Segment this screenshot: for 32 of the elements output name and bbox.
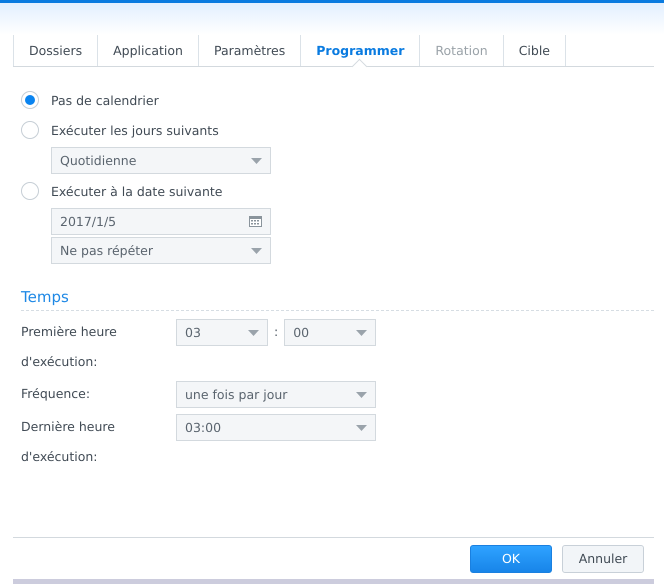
radio-button[interactable] — [21, 182, 39, 200]
ok-button[interactable]: OK — [470, 544, 552, 572]
dropdown[interactable]: Quotidienne — [51, 147, 271, 174]
radio-label: Exécuter les jours suivants — [51, 122, 219, 138]
dropdown[interactable]: 03:00 — [176, 414, 376, 441]
dropdown[interactable]: 00 — [284, 319, 376, 346]
section-title: Temps — [21, 288, 654, 311]
dropdown[interactable]: une fois par jour — [176, 381, 376, 408]
dropdown[interactable]: 03 — [176, 319, 268, 346]
tab[interactable]: Application — [97, 35, 198, 66]
radio-button[interactable] — [21, 121, 39, 139]
caret-icon — [251, 248, 262, 254]
caret-icon — [356, 392, 367, 398]
tab[interactable]: Cible — [502, 35, 566, 66]
caret-icon — [248, 330, 259, 336]
radio-label: Exécuter à la date suivante — [51, 184, 222, 198]
caret-icon — [251, 158, 262, 164]
date-field[interactable]: 2017/1/5 — [51, 208, 271, 235]
tab[interactable]: Paramètres — [198, 35, 300, 66]
tab[interactable]: Dossiers — [13, 35, 98, 66]
caret-icon — [356, 330, 368, 336]
radio-button[interactable] — [21, 91, 39, 109]
time-separator: : — [274, 323, 278, 341]
radio-label: Pas de calendrier — [51, 92, 159, 108]
dropdown[interactable]: Ne pas répéter — [51, 237, 271, 264]
cancel-button[interactable]: Annuler — [562, 544, 644, 572]
field-label: Fréquence: — [21, 385, 92, 403]
field-label: Première heure d'exécution: — [21, 323, 118, 371]
calendar-icon — [249, 216, 262, 227]
caret-icon — [356, 424, 367, 430]
field-label: Dernière heure d'exécution: — [21, 418, 116, 466]
tab[interactable]: Programmer — [300, 35, 420, 66]
